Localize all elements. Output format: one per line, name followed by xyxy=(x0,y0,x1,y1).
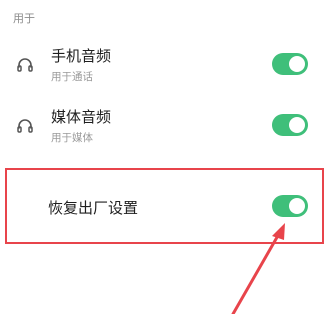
highlight-box xyxy=(5,168,324,244)
list-item-media-audio[interactable]: 媒体音频 用于媒体 xyxy=(0,96,328,152)
item-title: 媒体音频 xyxy=(51,108,112,126)
list-item-phone-audio[interactable]: 手机音频 用于通话 xyxy=(0,36,328,92)
media-audio-toggle[interactable] xyxy=(272,114,308,136)
phone-audio-toggle[interactable] xyxy=(272,53,308,75)
item-subtitle: 用于媒体 xyxy=(51,132,93,144)
item-subtitle: 用于通话 xyxy=(51,71,93,83)
section-header: 用于 xyxy=(13,12,35,25)
toggle-knob xyxy=(289,56,305,72)
headset-icon xyxy=(17,119,33,133)
headset-icon xyxy=(17,58,33,72)
item-title: 手机音频 xyxy=(51,47,112,65)
toggle-knob xyxy=(289,117,305,133)
